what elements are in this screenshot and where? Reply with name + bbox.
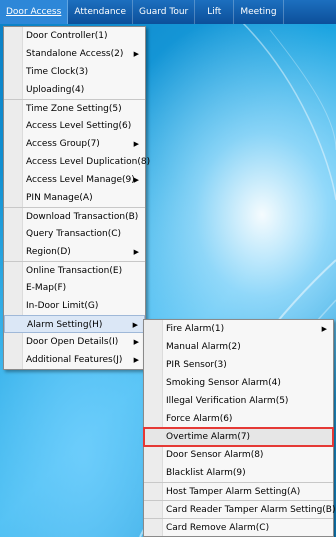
- menu-item-door-open-details[interactable]: Door Open Details(I) ▶: [4, 333, 145, 351]
- menu-item-download-transaction[interactable]: Download Transaction(B): [4, 207, 145, 225]
- submenu-arrow-icon: ▶: [133, 50, 139, 58]
- menu-item-standalone-access[interactable]: Standalone Access(2) ▶: [4, 45, 145, 63]
- menu-item-region[interactable]: Region(D) ▶: [4, 243, 145, 261]
- menu-item-in-door-limit[interactable]: In-Door Limit(G): [4, 297, 145, 315]
- menu-item-access-level-duplication[interactable]: Access Level Duplication(8): [4, 153, 150, 171]
- menu-item-host-tamper-alarm-setting[interactable]: Host Tamper Alarm Setting(A): [144, 482, 333, 500]
- menu-item-e-map[interactable]: E-Map(F): [4, 279, 145, 297]
- menu-item-uploading[interactable]: Uploading(4): [4, 81, 145, 99]
- menu-item-blacklist-alarm[interactable]: Blacklist Alarm(9): [144, 464, 333, 482]
- menu-item-pin-manage[interactable]: PIN Manage(A): [4, 189, 145, 207]
- menu-item-alarm-setting[interactable]: Alarm Setting(H) ▶: [4, 315, 145, 333]
- menu-item-smoking-sensor-alarm[interactable]: Smoking Sensor Alarm(4): [144, 374, 333, 392]
- menu-item-door-controller[interactable]: Door Controller(1): [4, 27, 145, 45]
- menubar-attendance[interactable]: Attendance: [68, 0, 134, 24]
- top-menubar: Door Access Attendance Guard Tour Lift M…: [0, 0, 336, 24]
- menubar-lift[interactable]: Lift: [195, 0, 235, 24]
- menu-item-online-transaction[interactable]: Online Transaction(E): [4, 261, 145, 279]
- menu-item-query-transaction[interactable]: Query Transaction(C): [4, 225, 145, 243]
- menu-item-additional-features[interactable]: Additional Features(J) ▶: [4, 351, 145, 369]
- menu-item-access-group[interactable]: Access Group(7) ▶: [4, 135, 145, 153]
- submenu-arrow-icon: ▶: [133, 338, 139, 346]
- menu-item-door-sensor-alarm[interactable]: Door Sensor Alarm(8): [144, 446, 333, 464]
- menu-item-time-zone-setting[interactable]: Time Zone Setting(5): [4, 99, 145, 117]
- submenu-arrow-icon: ▶: [133, 140, 139, 148]
- menu-item-manual-alarm[interactable]: Manual Alarm(2): [144, 338, 333, 356]
- menu-item-access-level-setting[interactable]: Access Level Setting(6): [4, 117, 145, 135]
- alarm-setting-submenu: Fire Alarm(1) ▶ Manual Alarm(2) PIR Senso…: [143, 319, 336, 537]
- menu-item-illegal-verification-alarm[interactable]: Illegal Verification Alarm(5): [144, 392, 333, 410]
- submenu-arrow-icon: ▶: [133, 356, 139, 364]
- menu-item-access-level-manage[interactable]: Access Level Manage(9) ▶: [4, 171, 145, 189]
- menubar-guard-tour[interactable]: Guard Tour: [133, 0, 196, 24]
- submenu-arrow-icon: ▶: [321, 325, 327, 333]
- menubar-door-access[interactable]: Door Access: [0, 0, 69, 24]
- menu-item-force-alarm[interactable]: Force Alarm(6): [144, 410, 333, 428]
- menu-item-pir-sensor[interactable]: PIR Sensor(3): [144, 356, 333, 374]
- menu-item-card-remove-alarm[interactable]: Card Remove Alarm(C): [144, 518, 333, 536]
- menubar-meeting[interactable]: Meeting: [234, 0, 284, 24]
- menu-item-fire-alarm[interactable]: Fire Alarm(1) ▶: [144, 320, 333, 338]
- submenu-arrow-icon: ▶: [133, 248, 139, 256]
- menu-item-time-clock[interactable]: Time Clock(3): [4, 63, 145, 81]
- menu-item-overtime-alarm[interactable]: Overtime Alarm(7): [143, 427, 334, 447]
- door-access-dropdown: Door Controller(1) Standalone Access(2) ▶…: [3, 26, 150, 370]
- submenu-arrow-icon: ▶: [133, 176, 139, 184]
- menu-item-card-reader-tamper-alarm-setting[interactable]: Card Reader Tamper Alarm Setting(B): [144, 500, 336, 518]
- submenu-arrow-icon: ▶: [132, 321, 138, 329]
